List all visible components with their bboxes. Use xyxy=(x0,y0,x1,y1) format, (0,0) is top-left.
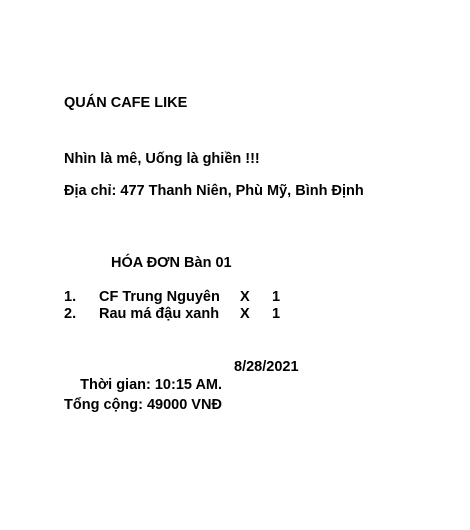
item-number: 1. xyxy=(64,289,77,305)
item-quantity: 1 xyxy=(272,289,281,305)
invoice-time-line: Thời gian: 10:15 AM. 8/28/2021 xyxy=(64,358,298,430)
item-name: Rau má đậu xanh xyxy=(99,306,220,322)
invoice-date: 8/28/2021 xyxy=(234,359,299,375)
item-multiplier: X xyxy=(240,306,250,322)
item-quantity: 1 xyxy=(272,306,281,322)
shop-name: QUÁN CAFE LIKE xyxy=(64,95,188,111)
invoice-total: Tổng cộng: 49000 VNĐ xyxy=(64,397,222,413)
invoice-time: Thời gian: 10:15 AM. xyxy=(80,377,223,393)
item-multiplier: X xyxy=(240,289,250,305)
shop-slogan: Nhìn là mê, Uống là ghiền !!! xyxy=(64,151,260,167)
shop-address: Địa chỉ: 477 Thanh Niên, Phù Mỹ, Bình Đị… xyxy=(64,183,364,199)
invoice-title: HÓA ĐƠN Bàn 01 xyxy=(111,255,232,271)
item-number: 2. xyxy=(64,306,77,322)
item-name: CF Trung Nguyên xyxy=(99,289,220,305)
